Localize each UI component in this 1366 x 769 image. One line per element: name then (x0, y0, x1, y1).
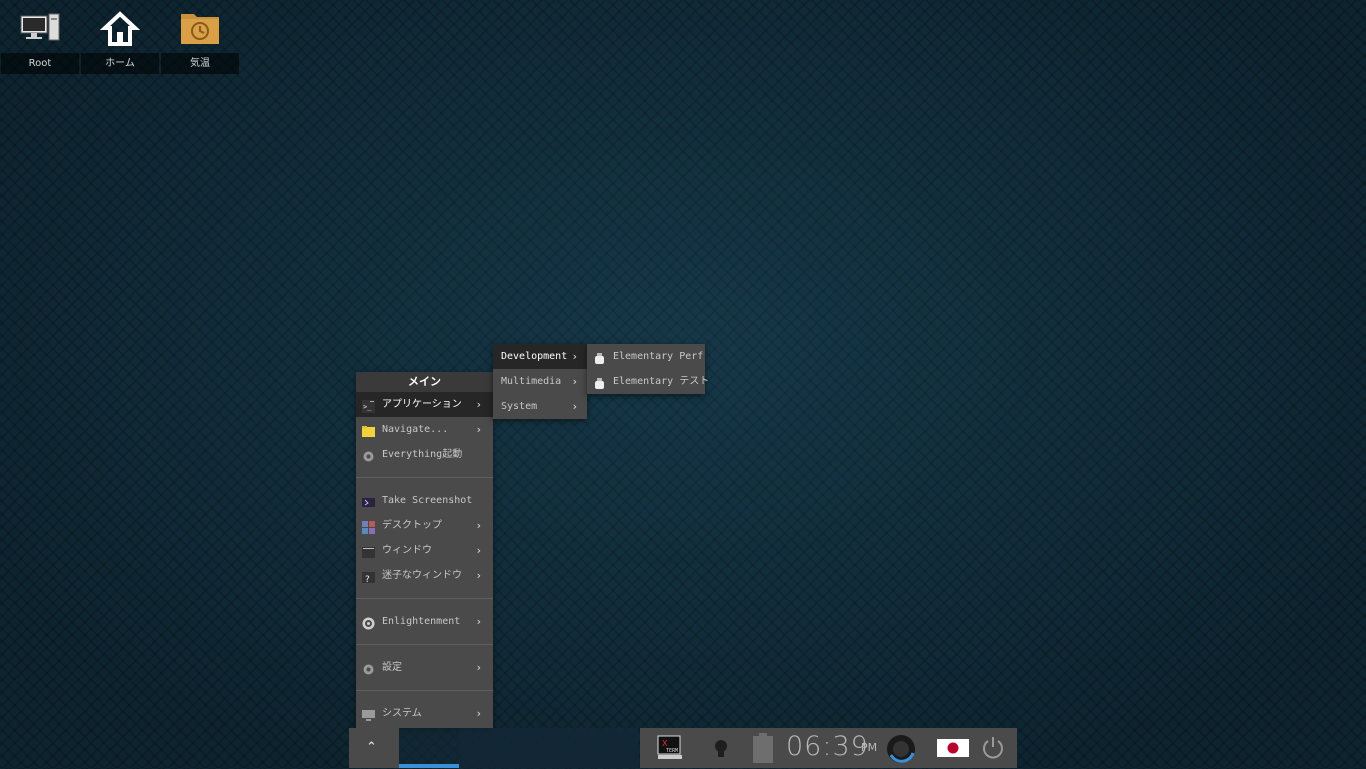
lost-window-icon: ? (362, 569, 375, 585)
menu-item-applications[interactable]: >_ アプリケーション › (356, 392, 493, 417)
elementary-icon (593, 350, 606, 364)
menu-item-label: Development (501, 351, 568, 362)
menu-item-elementary-perf[interactable]: Elementary Perf (587, 344, 705, 369)
menu-item-settings[interactable]: 設定 › (356, 655, 493, 680)
applications-submenu: Development › Multimedia › System › (493, 344, 587, 419)
chevron-right-icon: › (476, 569, 481, 582)
enlightenment-icon (362, 615, 375, 630)
pager-desk-2[interactable] (459, 728, 519, 768)
menu-item-everything[interactable]: Everything起動 (356, 442, 493, 467)
desktop-icon-label: Root (1, 53, 79, 74)
desktop-grid-icon (362, 519, 375, 534)
menu-separator (356, 588, 493, 609)
menu-item-elementary-test[interactable]: Elementary テスト (587, 369, 709, 394)
desktop-icon-root[interactable]: Root (1, 0, 79, 74)
xterm-icon[interactable]: X TERM (656, 734, 684, 766)
shelf-tray: X TERM 06:39 PM (640, 728, 1017, 768)
clock-folder-icon (180, 8, 220, 48)
svg-text:>_: >_ (363, 403, 372, 411)
settings-gear-icon (362, 661, 375, 675)
menu-item-label: 設定 (382, 662, 402, 673)
menu-item-label: Navigate... (382, 424, 449, 435)
menu-item-development[interactable]: Development › (493, 344, 587, 369)
menu-item-navigate[interactable]: Navigate... › (356, 417, 493, 442)
computer-icon (20, 8, 60, 48)
screenshot-icon (362, 494, 375, 507)
lightbulb-icon[interactable] (711, 738, 731, 764)
menu-item-label: Elementary テスト (613, 376, 710, 387)
menu-item-label: アプリケーション (382, 399, 462, 410)
chevron-right-icon: › (476, 661, 481, 674)
menu-item-label: デスクトップ (382, 520, 442, 531)
menu-title: メイン (356, 372, 493, 392)
menu-separator (356, 680, 493, 701)
chevron-right-icon: › (476, 544, 481, 557)
menu-item-desktop[interactable]: デスクトップ › (356, 513, 493, 538)
menu-item-label: Multimedia (501, 376, 562, 387)
menu-item-system[interactable]: システム › (356, 701, 493, 726)
chevron-right-icon: › (476, 519, 481, 532)
main-menu: メイン >_ アプリケーション › Navigate... › Everythi… (356, 372, 493, 728)
clock-time[interactable]: 06:39 (786, 731, 869, 762)
desktop-icon-label: 気温 (161, 53, 239, 74)
terminal-app-icon: >_ (362, 398, 375, 413)
elementary-icon (593, 375, 606, 389)
japan-flag-icon[interactable] (937, 739, 969, 761)
gear-icon (362, 448, 375, 462)
folder-icon (362, 423, 375, 437)
desktop-icon-home[interactable]: ホーム (81, 0, 159, 74)
pager-desk-4[interactable] (579, 728, 639, 768)
menu-item-enlightenment[interactable]: Enlightenment › (356, 609, 493, 634)
window-icon (362, 544, 375, 558)
menu-item-label: Enlightenment (382, 616, 461, 627)
chevron-right-icon: › (572, 375, 577, 388)
menu-item-take-screenshot[interactable]: Take Screenshot (356, 488, 493, 513)
chevron-right-icon: › (476, 398, 481, 411)
menu-separator (356, 467, 493, 488)
chevron-right-icon: › (476, 707, 481, 720)
menu-item-label: System (501, 401, 538, 412)
chevron-right-icon: › (476, 615, 481, 628)
menu-item-lost-windows[interactable]: ? 迷子なウィンドウ › (356, 563, 493, 588)
menu-item-label: ウィンドウ (382, 545, 432, 556)
mixer-icon[interactable] (885, 733, 917, 769)
menu-item-system-apps[interactable]: System › (493, 394, 587, 419)
menu-item-label: Take Screenshot (382, 495, 473, 506)
chevron-right-icon: › (572, 400, 577, 413)
chevron-right-icon: › (572, 350, 577, 363)
menu-item-multimedia[interactable]: Multimedia › (493, 369, 587, 394)
monitor-icon (362, 707, 375, 721)
svg-text:TERM: TERM (666, 748, 678, 754)
power-icon[interactable] (980, 735, 1006, 765)
menu-item-label: Everything起動 (382, 449, 463, 460)
pager-desk-1[interactable] (399, 728, 459, 768)
battery-icon[interactable] (752, 733, 774, 767)
desktop-icon-label: ホーム (81, 53, 159, 74)
start-menu-button[interactable]: ⌃ (349, 728, 399, 768)
svg-text:X: X (662, 739, 668, 748)
menu-item-label: システム (382, 708, 422, 719)
pager-desk-3[interactable] (519, 728, 579, 768)
development-submenu: Elementary Perf Elementary テスト (587, 344, 709, 394)
svg-text:?: ? (365, 575, 370, 584)
home-icon (99, 8, 141, 48)
desktop-icon-weather[interactable]: 気温 (161, 0, 239, 74)
chevron-right-icon: › (476, 423, 481, 436)
menu-item-window[interactable]: ウィンドウ › (356, 538, 493, 563)
menu-item-label: 迷子なウィンドウ (382, 570, 462, 581)
clock-ampm: PM (861, 741, 878, 754)
menu-item-label: Elementary Perf (613, 351, 704, 362)
chevron-up-icon: ⌃ (366, 740, 377, 755)
menu-separator (356, 634, 493, 655)
